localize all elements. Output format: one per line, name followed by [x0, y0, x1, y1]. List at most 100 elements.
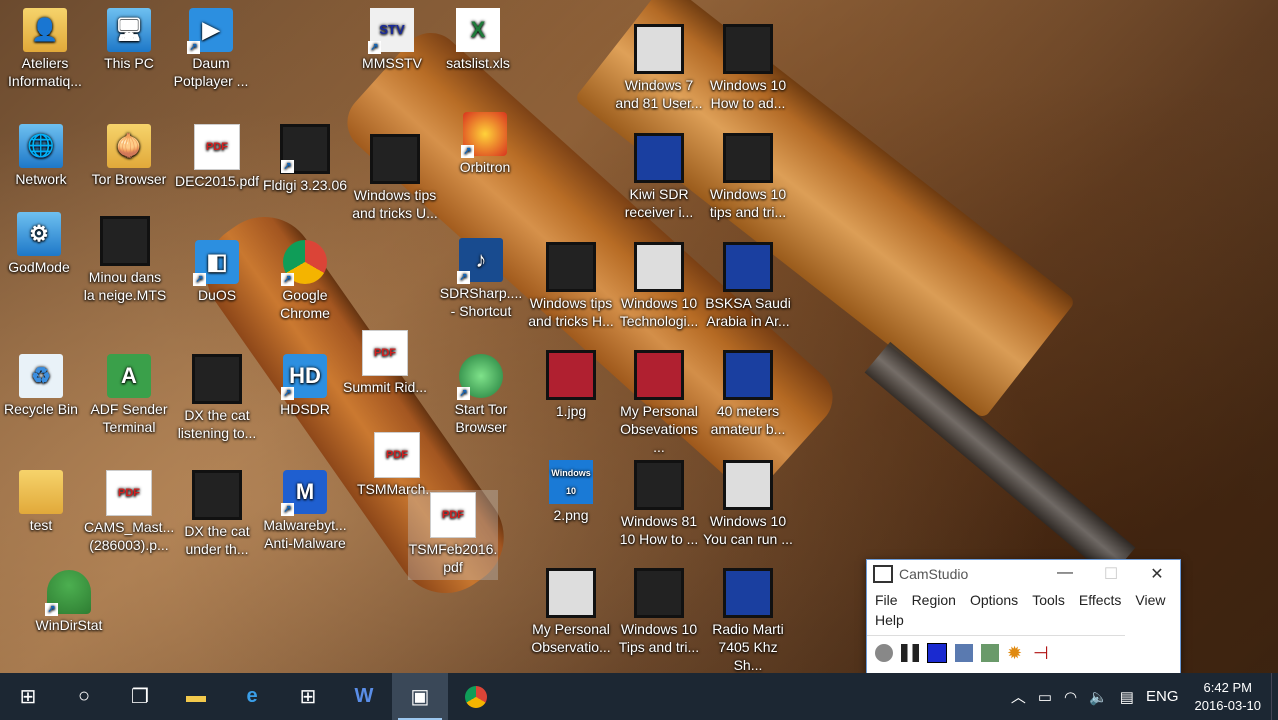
chrome-icon — [465, 685, 487, 708]
record-icon[interactable] — [875, 644, 893, 662]
cortana-button[interactable]: ○ — [56, 673, 112, 720]
settings-icon[interactable]: ✹ — [1007, 644, 1025, 662]
video-icon — [723, 350, 773, 400]
desktop-icon-summit[interactable]: PDF Summit Rid... — [340, 330, 430, 396]
desktop-icon-video-personal-obs2[interactable]: My Personal Observatio... — [526, 568, 616, 656]
desktop-icon-hdsdr[interactable]: HDHDSDR — [260, 354, 350, 418]
chrome-taskbar-button[interactable] — [448, 673, 504, 720]
annotation-icon[interactable] — [981, 644, 999, 662]
desktop-icon-recycle-bin[interactable]: ♻ Recycle Bin — [0, 354, 86, 418]
video-icon — [723, 24, 773, 74]
menu-options[interactable]: Options — [964, 590, 1026, 610]
menu-region[interactable]: Region — [906, 590, 964, 610]
desktop-icon-fldigi[interactable]: Fldigi 3.23.06 — [260, 124, 350, 194]
icon-label: BSKSA Saudi Arabia in Ar... — [705, 295, 791, 329]
desktop-icon-video-40m[interactable]: 40 meters amateur b... — [703, 350, 793, 438]
video-icon — [634, 460, 684, 510]
pdf-icon: PDF — [430, 492, 476, 538]
desktop-icon-video-win10-tips2[interactable]: Windows 10 Tips and tri... — [614, 568, 704, 656]
menu-effects[interactable]: Effects — [1073, 590, 1130, 610]
task-view-button[interactable]: ❐ — [112, 673, 168, 720]
menu-file[interactable]: File — [869, 590, 906, 610]
adf-icon: A — [107, 354, 151, 398]
desktop-icon-windirstat[interactable]: WinDirStat — [24, 570, 114, 634]
icon-label: Windows 10 How to ad... — [709, 77, 787, 111]
autopan-icon[interactable]: ⊣ — [1033, 644, 1051, 662]
close-button[interactable]: ✕ — [1134, 564, 1180, 584]
desktop-icon-video-win10-tips[interactable]: Windows 10 tips and tri... — [703, 133, 793, 221]
pause-icon[interactable] — [901, 644, 919, 662]
desktop-icon-orbitron[interactable]: Orbitron — [440, 112, 530, 176]
desktop-icon-1jpg[interactable]: 1.jpg — [526, 350, 616, 420]
notification-icon[interactable]: ▤ — [1114, 688, 1140, 706]
video-icon — [634, 242, 684, 292]
store-button[interactable]: ⊞ — [280, 673, 336, 720]
icon-label: ADF Sender Terminal — [90, 401, 168, 435]
desktop-icon-video-win81[interactable]: Windows 81 10 How to ... — [614, 460, 704, 548]
show-desktop-button[interactable] — [1271, 673, 1278, 720]
language-indicator[interactable]: ENG — [1140, 688, 1185, 705]
desktop-icon-tor-browser[interactable]: 🧅 Tor Browser — [84, 124, 174, 188]
video-icon — [723, 133, 773, 183]
volume-icon[interactable]: 🔈 — [1083, 688, 1114, 706]
task-view-icon: ❐ — [131, 686, 149, 708]
chevron-up-icon[interactable]: ︿ — [1005, 686, 1032, 707]
icon-label: GodMode — [8, 259, 70, 275]
desktop-icon-start-tor[interactable]: Start Tor Browser — [436, 354, 526, 436]
desktop-icon-video-win10-howto[interactable]: Windows 10 How to ad... — [703, 24, 793, 112]
desktop-icon-video-kiwi[interactable]: Kiwi SDR receiver i... — [614, 133, 704, 221]
menu-tools[interactable]: Tools — [1026, 590, 1073, 610]
desktop-icon-malwarebytes[interactable]: MMalwarebyt... Anti-Malware — [260, 470, 350, 552]
region-icon[interactable] — [955, 644, 973, 662]
desktop-icon-video-personal-obs[interactable]: My Personal Obsevations ... — [614, 350, 704, 456]
clock-date: 2016-03-10 — [1194, 697, 1262, 713]
desktop-icon-adf-sender[interactable]: A ADF Sender Terminal — [84, 354, 174, 436]
desktop-icon-satslist[interactable]: Xsatslist.xls — [433, 8, 523, 72]
file-explorer-button[interactable]: ▬ — [168, 673, 224, 720]
orbitron-icon — [461, 112, 507, 158]
camstudio-taskbar-button[interactable]: ▣ — [392, 673, 448, 720]
desktop-icon-duos[interactable]: ◧DuOS — [172, 240, 262, 304]
desktop-icon-video-bsksa[interactable]: BSKSA Saudi Arabia in Ar... — [703, 242, 793, 330]
minimize-button[interactable]: — — [1042, 564, 1088, 584]
desktop-icon-video-dx-listening[interactable]: DX the cat listening to... — [172, 354, 262, 442]
camstudio-window: CamStudio — ☐ ✕ File Region Options Tool… — [866, 559, 1181, 674]
word-button[interactable]: W — [336, 673, 392, 720]
menu-help[interactable]: Help — [869, 610, 912, 630]
desktop-icon-tsmfeb2016[interactable]: PDF TSMFeb2016. pdf — [408, 490, 498, 580]
desktop-icon-video-technologi[interactable]: Windows 10 Technologi... — [614, 242, 704, 330]
desktop-icon-godmode[interactable]: ⚙ GodMode — [0, 212, 84, 276]
desktop-icon-cams[interactable]: PDF CAMS_Mast... (286003).p... — [84, 470, 174, 554]
desktop-icon-video-win7[interactable]: Windows 7 and 81 User... — [614, 24, 704, 112]
desktop-icon-video-dx-under[interactable]: DX the cat under th... — [172, 470, 262, 558]
clock[interactable]: 6:42 PM 2016-03-10 — [1185, 679, 1272, 715]
desktop-icon-sdrsharp[interactable]: ♪SDRSharp.... - Shortcut — [436, 238, 526, 320]
camstudio-titlebar[interactable]: CamStudio — ☐ ✕ — [867, 560, 1180, 588]
desktop-icon-network[interactable]: 🌐 Network — [0, 124, 86, 188]
maximize-button[interactable]: ☐ — [1088, 564, 1134, 584]
desktop-icon-video-tips-u[interactable]: Windows tips and tricks U... — [350, 134, 440, 222]
start-button[interactable]: ⊞ — [0, 673, 56, 720]
desktop-icon-test[interactable]: test — [0, 470, 86, 534]
desktop-icon-minou[interactable]: Minou dans la neige.MTS — [80, 216, 170, 304]
icon-label: This PC — [104, 55, 154, 71]
desktop-icon-dec2015[interactable]: PDF DEC2015.pdf — [172, 124, 262, 190]
desktop-icon-video-tips-h[interactable]: Windows tips and tricks H... — [526, 242, 616, 330]
battery-icon[interactable]: ▭ — [1032, 688, 1058, 706]
desktop-icon-chrome[interactable]: Google Chrome — [260, 240, 350, 322]
wifi-icon[interactable]: ◠ — [1058, 688, 1083, 706]
edge-button[interactable]: e — [224, 673, 280, 720]
menu-view[interactable]: View — [1129, 590, 1173, 610]
desktop-icon-tsmmarch[interactable]: PDF TSMMarch... — [352, 432, 442, 498]
desktop-icon-2png[interactable]: Windows 10 2.png — [526, 460, 616, 524]
folder-icon: ▬ — [186, 685, 206, 707]
desktop-icon-ateliers[interactable]: 👤 Ateliers Informatiq... — [0, 8, 90, 90]
desktop-icon-video-win10-run[interactable]: Windows 10 You can run ... — [703, 460, 793, 548]
icon-label: Fldigi 3.23.06 — [262, 177, 348, 193]
icon-label: 2.png — [553, 507, 589, 523]
desktop-icon-mmsstv[interactable]: STVMMSSTV — [347, 8, 437, 72]
desktop-icon-this-pc[interactable]: 🖥 This PC — [84, 8, 174, 72]
desktop-icon-video-radio-marti[interactable]: Radio Marti 7405 Khz Sh... — [703, 568, 793, 674]
desktop-icon-potplayer[interactable]: ▶Daum Potplayer ... — [166, 8, 256, 90]
stop-icon[interactable] — [927, 643, 947, 663]
